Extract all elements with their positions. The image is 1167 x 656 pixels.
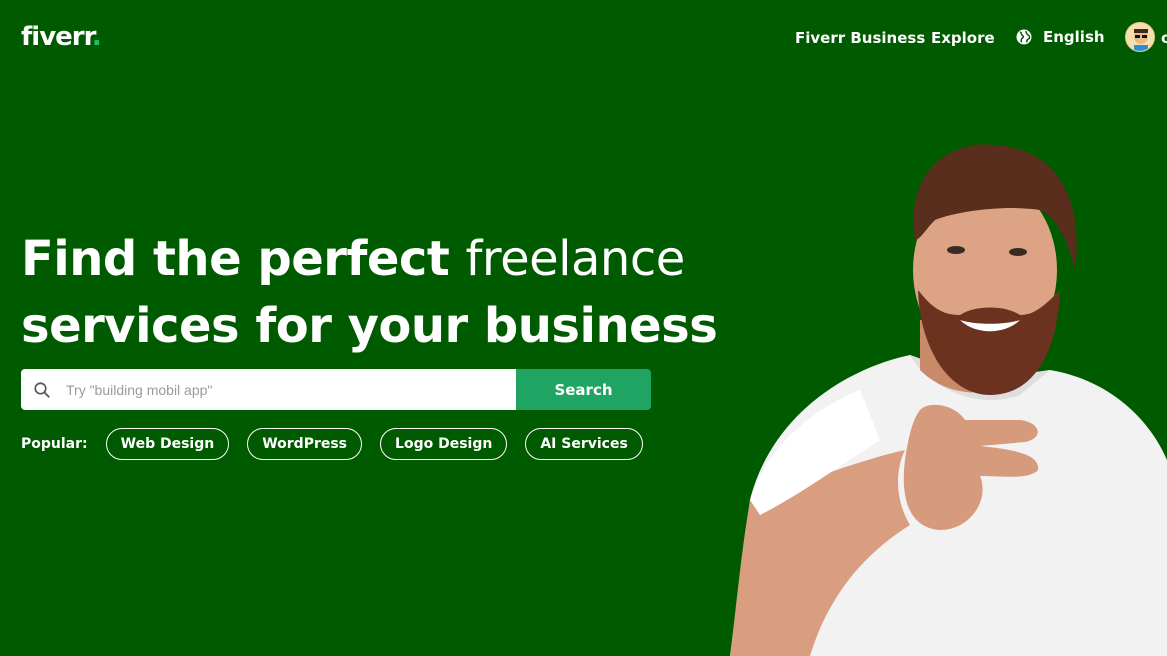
logo-text: fiverr: [21, 22, 93, 52]
user-avatar[interactable]: [1125, 22, 1155, 52]
popular-tag-web-design[interactable]: Web Design: [105, 428, 230, 460]
popular-tag-logo-design[interactable]: Logo Design: [380, 428, 508, 460]
popular-tag-wordpress[interactable]: WordPress: [247, 428, 363, 460]
search-icon: [34, 381, 50, 398]
logo-dot: .: [91, 22, 102, 52]
hero-title-bold-2: services for your business: [21, 298, 718, 354]
nav-fiverr-business[interactable]: Fiverr Business: [795, 29, 925, 47]
popular-tags: Popular: Web Design WordPress Logo Desig…: [21, 428, 661, 460]
search-field-container: [21, 369, 516, 410]
search-input[interactable]: [66, 369, 516, 410]
user-name-initial[interactable]: c: [1161, 29, 1167, 47]
hero-title-light: freelance: [465, 231, 686, 287]
popular-tag-ai-services[interactable]: AI Services: [525, 428, 643, 460]
avatar-image: [1126, 23, 1154, 51]
hero-title: Find the perfect freelance services for …: [21, 226, 718, 360]
search-button[interactable]: Search: [516, 369, 651, 410]
fiverr-logo[interactable]: fiverr.: [21, 22, 102, 52]
top-navigation: fiverr. Fiverr Business Explore English …: [0, 0, 1167, 76]
hero-title-bold-1: Find the perfect: [21, 231, 450, 287]
globe-icon: [1016, 29, 1032, 45]
language-label: English: [1043, 28, 1105, 46]
search-bar: Search: [21, 369, 651, 410]
popular-label: Popular:: [21, 436, 88, 452]
nav-language[interactable]: English: [1015, 28, 1105, 46]
nav-explore[interactable]: Explore: [931, 29, 995, 47]
hero-person-image: [730, 144, 1167, 656]
